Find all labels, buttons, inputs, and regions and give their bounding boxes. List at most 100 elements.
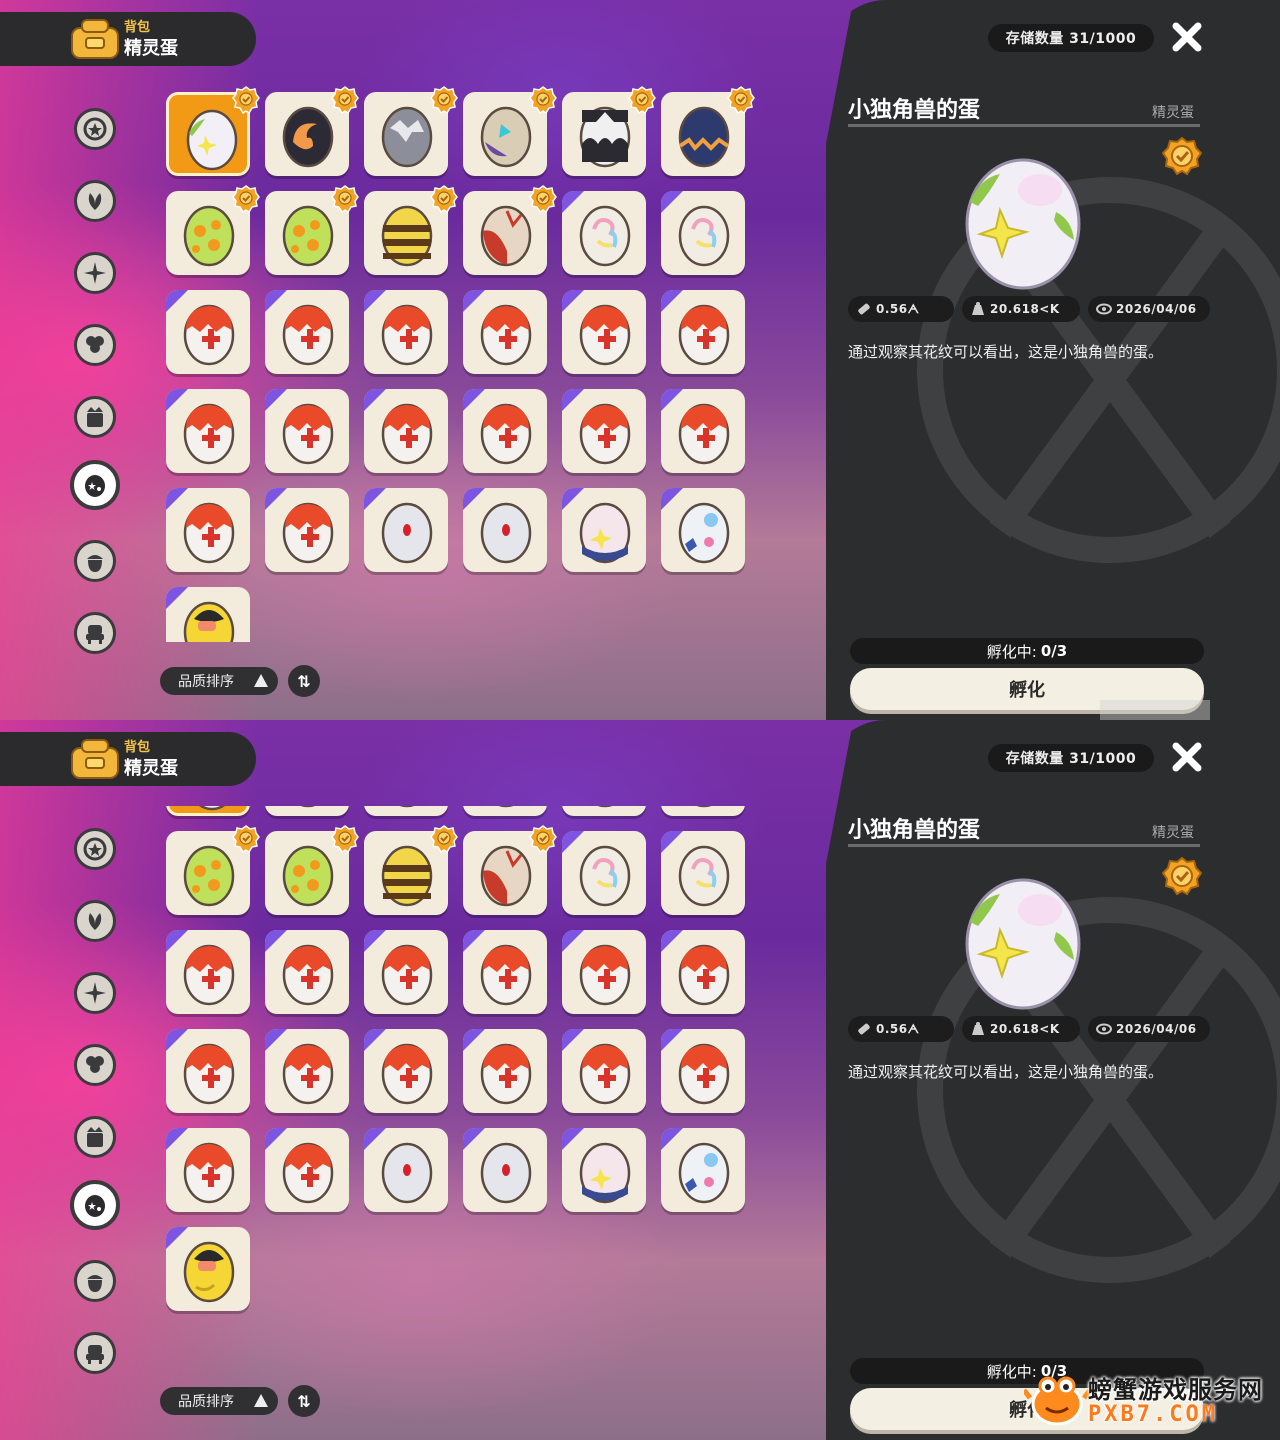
egg-slot[interactable] xyxy=(562,488,646,572)
clover-icon xyxy=(86,1056,104,1073)
egg-slot[interactable] xyxy=(661,1029,745,1113)
egg-slot[interactable] xyxy=(265,806,349,816)
egg-slot[interactable] xyxy=(265,290,349,374)
egg-slot[interactable] xyxy=(265,930,349,1014)
chair-icon xyxy=(86,625,104,644)
blur-strip xyxy=(1100,700,1210,720)
sidebar-tab-crown-book[interactable] xyxy=(74,396,116,438)
egg-slot[interactable] xyxy=(265,1128,349,1212)
egg-slot[interactable] xyxy=(562,191,646,275)
egg-date-stat: 2026/04/06 xyxy=(1088,296,1210,322)
egg-cross-icon xyxy=(678,944,730,1006)
egg-slot[interactable] xyxy=(661,389,745,473)
egg-weight-value: 20.618<K xyxy=(990,302,1060,316)
sidebar-tab-star-badge[interactable] xyxy=(74,108,116,150)
egg-green-spot-icon xyxy=(282,845,334,907)
sidebar-tab-leaf[interactable] xyxy=(74,900,116,942)
egg-white-red-icon xyxy=(381,502,433,564)
egg-slot[interactable] xyxy=(562,930,646,1014)
egg-white-red-icon xyxy=(381,1142,433,1204)
sidebar-tab-egg-category[interactable] xyxy=(70,1180,120,1230)
sidebar-tab-clover[interactable] xyxy=(74,324,116,366)
egg-slot[interactable] xyxy=(364,930,448,1014)
sort-quality-button[interactable]: 品质排序 xyxy=(160,667,278,695)
close-icon[interactable] xyxy=(1170,20,1204,54)
sidebar-tab-clover[interactable] xyxy=(74,1044,116,1086)
egg-striped-icon xyxy=(381,205,433,267)
sort-quality-button[interactable]: 品质排序 xyxy=(160,1387,278,1415)
egg-slot[interactable] xyxy=(166,930,250,1014)
sidebar-tab-crown-book[interactable] xyxy=(74,1116,116,1158)
egg-slot[interactable] xyxy=(166,1227,250,1311)
egg-slot[interactable] xyxy=(463,1029,547,1113)
quality-medal-icon xyxy=(232,185,260,213)
egg-slot[interactable] xyxy=(364,290,448,374)
sort-order-toggle-icon[interactable]: ⇅ xyxy=(288,1385,320,1417)
egg-slot[interactable] xyxy=(463,806,547,816)
egg-slot[interactable] xyxy=(463,930,547,1014)
egg-slot[interactable] xyxy=(562,1128,646,1212)
egg-slot[interactable] xyxy=(166,389,250,473)
quality-medal-icon xyxy=(529,86,557,114)
egg-slot[interactable] xyxy=(166,1128,250,1212)
bag-header: 背包 精灵蛋 xyxy=(0,732,256,786)
egg-size-value: 0.56ᗅ xyxy=(876,301,920,316)
sidebar-tab-acorn[interactable] xyxy=(74,540,116,582)
selected-egg-image xyxy=(965,158,1081,290)
egg-slot[interactable] xyxy=(463,1128,547,1212)
sort-order-toggle-icon[interactable]: ⇅ xyxy=(288,665,320,697)
egg-slot[interactable] xyxy=(166,290,250,374)
egg-slot[interactable] xyxy=(661,191,745,275)
sidebar-tab-chair[interactable] xyxy=(74,612,116,654)
hatch-status: 孵化中: 0/3 xyxy=(850,638,1204,664)
egg-slot[interactable] xyxy=(265,1029,349,1113)
egg-slot[interactable] xyxy=(562,290,646,374)
egg-slot[interactable] xyxy=(364,1029,448,1113)
egg-slot[interactable] xyxy=(166,1029,250,1113)
sidebar-tab-star-badge[interactable] xyxy=(74,828,116,870)
egg-slot[interactable] xyxy=(364,1128,448,1212)
sort-triangle-icon xyxy=(254,1394,268,1407)
sidebar-tab-sparkle[interactable] xyxy=(74,972,116,1014)
close-icon[interactable] xyxy=(1170,740,1204,774)
egg-slot[interactable] xyxy=(265,389,349,473)
egg-slot[interactable] xyxy=(562,389,646,473)
sidebar-tab-chair[interactable] xyxy=(74,1332,116,1374)
egg-slot[interactable] xyxy=(166,806,250,816)
egg-slot[interactable] xyxy=(562,806,646,816)
egg-slot[interactable] xyxy=(661,806,745,816)
egg-slot[interactable] xyxy=(562,1029,646,1113)
egg-slot[interactable] xyxy=(265,488,349,572)
sidebar-tab-egg-category[interactable] xyxy=(70,460,120,510)
egg-slot[interactable] xyxy=(661,930,745,1014)
egg-slot[interactable] xyxy=(364,806,448,816)
egg-slot[interactable] xyxy=(661,488,745,572)
egg-pink-star-icon xyxy=(579,502,631,564)
quality-medal-icon xyxy=(529,825,557,853)
egg-slot[interactable] xyxy=(364,488,448,572)
egg-weight-stat: 20.618<K xyxy=(962,296,1080,322)
egg-cross-icon xyxy=(183,944,235,1006)
egg-slot[interactable] xyxy=(661,1128,745,1212)
sidebar-tab-leaf[interactable] xyxy=(74,180,116,222)
egg-slot[interactable] xyxy=(463,389,547,473)
egg-slot[interactable] xyxy=(661,290,745,374)
watermark-line1: 螃蟹游戏服务网 xyxy=(1088,1376,1263,1404)
egg-slot[interactable] xyxy=(166,587,250,642)
egg-cross-icon xyxy=(183,304,235,366)
egg-slot[interactable] xyxy=(166,488,250,572)
crown-book-icon xyxy=(87,1127,103,1147)
egg-slot[interactable] xyxy=(562,831,646,915)
egg-slot[interactable] xyxy=(364,389,448,473)
egg-slot[interactable] xyxy=(463,290,547,374)
sidebar-tab-acorn[interactable] xyxy=(74,1260,116,1302)
egg-slot[interactable] xyxy=(661,831,745,915)
egg-name: 小独角兽的蛋 xyxy=(848,98,981,123)
egg-cross-icon xyxy=(282,1142,334,1204)
egg-category-icon xyxy=(85,475,105,497)
egg-navy-icon xyxy=(696,806,712,808)
egg-rainbow-icon xyxy=(678,845,730,907)
sidebar-tab-sparkle[interactable] xyxy=(74,252,116,294)
egg-slot[interactable] xyxy=(463,488,547,572)
egg-tan-cyan-icon xyxy=(480,106,532,168)
